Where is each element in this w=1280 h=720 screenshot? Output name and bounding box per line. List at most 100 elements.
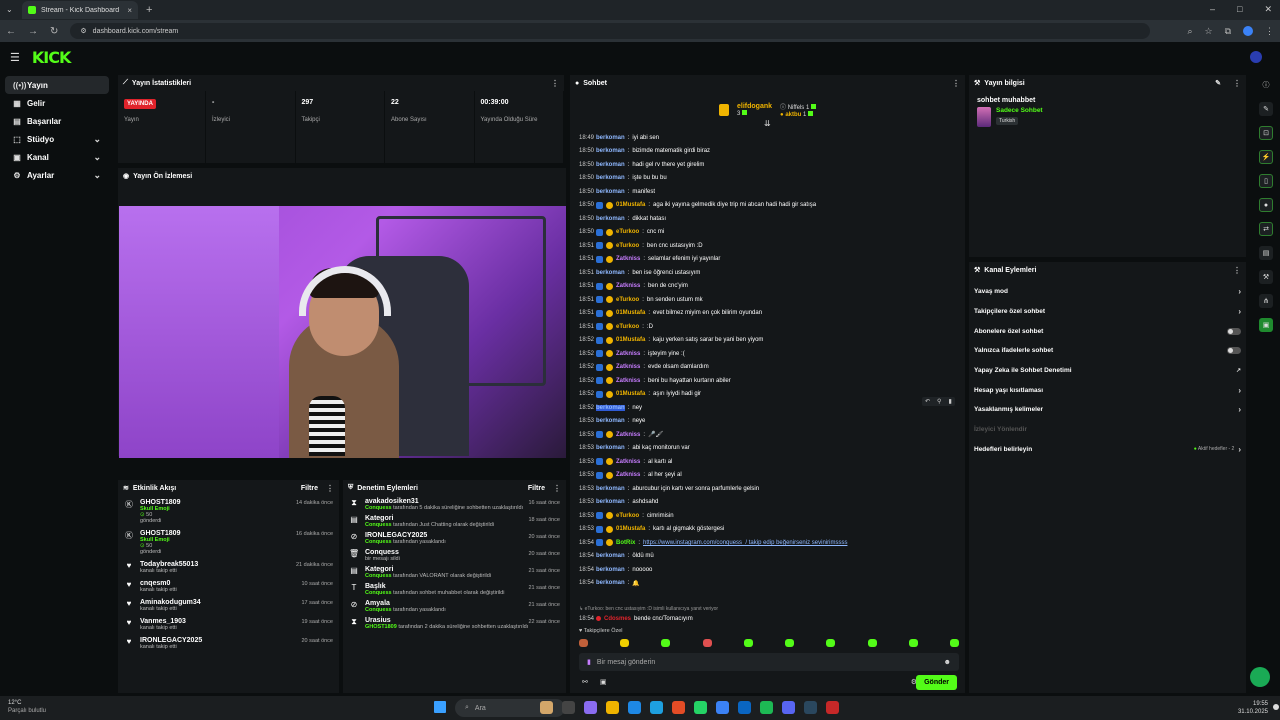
chat-message[interactable]: 18:53 berkoman: aburcubur için kartı ver s… — [570, 482, 965, 496]
toggle-switch[interactable] — [1227, 327, 1241, 335]
message-user[interactable]: BotRix — [616, 540, 635, 546]
rotate-icon[interactable]: ⇄ — [1259, 222, 1273, 236]
chat-message[interactable]: 18:52 Zatkniss: beni bu hayattan kurtarın … — [570, 374, 965, 388]
browser-tab[interactable]: Stream - Kick Dashboard × — [22, 1, 138, 19]
message-user[interactable]: berkoman — [596, 418, 625, 424]
gifter-1[interactable]: elifdogank 3 — [737, 103, 772, 117]
emote-icon[interactable] — [702, 639, 712, 647]
activity-item[interactable]: Ⓚ GHOST1809 Skull Emoji ⊙ 50 gönderdi 16 daki… — [118, 527, 339, 558]
taskbar-app-icon[interactable] — [716, 701, 729, 714]
maximize-icon[interactable]: □ — [1237, 4, 1242, 15]
taskbar-app-icon[interactable] — [672, 701, 685, 714]
video-icon[interactable]: ▣ — [1259, 318, 1273, 332]
tab-list-icon[interactable]: ⌄ — [6, 5, 13, 14]
chat-message[interactable]: 18:49 berkoman: iyi abi sen — [570, 131, 965, 145]
chat-message[interactable]: 18:50 berkoman: hadi gel rv there yet gire… — [570, 158, 965, 172]
back-icon[interactable]: ← — [6, 26, 16, 37]
server-icon[interactable]: ▤ — [1259, 246, 1273, 260]
more-options-icon[interactable]: ⋮ — [326, 484, 334, 493]
activity-item[interactable]: ♥ cnqesm0 kanalı takip etti 10 saat önce — [118, 577, 339, 596]
message-user[interactable]: berkoman — [596, 499, 625, 505]
message-user[interactable]: berkoman — [596, 580, 625, 586]
chat-message[interactable]: 18:50 01Mustafa: aga iki yayına gelmedik d… — [570, 199, 965, 213]
moderation-item[interactable]: ⧗ avakadosiken31 Conquess tarafından 5 dak… — [343, 496, 566, 513]
emote-icon[interactable] — [661, 639, 671, 647]
chat-message[interactable]: 18:51 Zatkniss: selamlar efenim iyi yayınl… — [570, 253, 965, 267]
moderation-item[interactable]: T Başlık Conquess tarafından sohbet muhabb… — [343, 581, 566, 598]
chat-message[interactable]: 18:54 berkoman: öldü mü — [570, 550, 965, 564]
channel-action-8[interactable]: Hedefleri belirleyin ● Aktif hedefler - 2… — [969, 440, 1246, 460]
message-user[interactable]: eTurkoo — [616, 229, 639, 235]
chat-message[interactable]: 18:50 eTurkoo: cnc mi — [570, 226, 965, 240]
taskbar-app-icon[interactable] — [540, 701, 553, 714]
taskbar-app-icon[interactable] — [562, 701, 575, 714]
sidebar-item-1[interactable]: ▦ Gelir — [5, 94, 109, 112]
chat-message[interactable]: 18:54 berkoman: 🔔 — [570, 577, 965, 591]
moderation-item[interactable]: ⊘ IRONLEGACY2025 Conquess tarafından yasak… — [343, 530, 566, 547]
moderator-name[interactable]: Conquess — [365, 505, 392, 511]
message-user[interactable]: berkoman — [596, 189, 625, 195]
emote-icon[interactable] — [908, 639, 918, 647]
toggle-switch[interactable] — [1227, 347, 1241, 355]
chat-message[interactable]: 18:54 BotRix: https://www.instagram.com/co… — [570, 536, 965, 550]
taskbar-app-icon[interactable] — [628, 701, 641, 714]
emote-icon[interactable] — [785, 639, 795, 647]
activity-item[interactable]: ♥ Todaybreak55013 kanalı takip etti 21 daki… — [118, 558, 339, 577]
message-user[interactable]: Zatkniss — [616, 378, 640, 384]
frame-icon[interactable]: ⊡ — [1259, 126, 1273, 140]
kick-logo[interactable]: KICK — [32, 48, 71, 67]
message-user[interactable]: berkoman — [596, 486, 625, 492]
more-options-icon[interactable]: ⋮ — [551, 79, 559, 88]
gifter-2[interactable]: ⓘ Niffels 1 ● aktbu 1 — [780, 102, 816, 118]
channel-action-4[interactable]: Yapay Zeka ile Sohbet Denetimi ↗ — [969, 361, 1246, 381]
chat-message[interactable]: 18:53 eTurkoo: cimrimisin — [570, 509, 965, 523]
info-icon[interactable]: ⓘ — [1259, 78, 1273, 92]
send-button[interactable]: Gönder — [916, 675, 957, 690]
taskbar-app-icon[interactable] — [760, 701, 773, 714]
pin-icon[interactable]: ⚲ — [937, 398, 941, 405]
chat-message[interactable]: 18:50 berkoman: işte bu bu bu — [570, 172, 965, 186]
lightning-icon[interactable]: ⚡ — [1259, 150, 1273, 164]
forward-icon[interactable]: → — [28, 26, 38, 37]
share-icon[interactable]: ⋔ — [1259, 294, 1273, 308]
chat-input[interactable]: ▮ Bir mesaj gönderin ☻ — [579, 653, 959, 671]
bookmark-star-icon[interactable]: ☆ — [1204, 26, 1212, 37]
chat-message[interactable]: 18:52 Zatkniss: işteyim yine :( — [570, 347, 965, 361]
chat-message[interactable]: 18:52 01Mustafa: kaju yerken satış sarar b… — [570, 334, 965, 348]
channel-action-3[interactable]: Yalnızca ifadelerle sohbet — [969, 341, 1246, 361]
chat-message[interactable]: 18:52 berkoman: ney — [570, 401, 965, 415]
notification-icon[interactable] — [1273, 704, 1279, 710]
hamburger-menu-icon[interactable]: ☰ — [10, 51, 20, 64]
moderation-item[interactable]: ▤ Kategori Conquess tarafından VALORANT ol… — [343, 564, 566, 581]
category-thumbnail[interactable] — [977, 107, 991, 127]
more-options-icon[interactable]: ⋮ — [553, 484, 561, 493]
minimize-icon[interactable]: – — [1210, 4, 1215, 15]
moderation-filter-button[interactable]: Filtre — [528, 485, 545, 492]
taskbar-app-icon[interactable] — [606, 701, 619, 714]
activity-item[interactable]: ♥ IRONLEGACY2025 kanalı takip etti 20 saat … — [118, 634, 339, 653]
activity-item[interactable]: ♥ Aminakodugum34 kanalı takip etti 17 saat … — [118, 596, 339, 615]
message-user[interactable]: Zatkniss — [616, 472, 640, 478]
message-user[interactable]: Zatkniss — [616, 256, 640, 262]
message-user[interactable]: Zatkniss — [616, 432, 640, 438]
url-bar[interactable]: ⚙ dashboard.kick.com/stream — [70, 23, 1151, 39]
channel-action-2[interactable]: Abonelere özel sohbet — [969, 321, 1246, 341]
emote-icon[interactable] — [579, 639, 588, 647]
moderator-name[interactable]: Conquess — [365, 607, 392, 613]
message-user[interactable]: Zatkniss — [616, 459, 640, 465]
message-user[interactable]: berkoman — [596, 567, 625, 573]
zoom-icon[interactable]: ⌕ — [1187, 26, 1192, 37]
taskbar-app-icon[interactable] — [738, 701, 751, 714]
emoji-icon[interactable]: ☻ — [944, 659, 951, 666]
channel-action-0[interactable]: Yavaş mod › — [969, 282, 1246, 302]
chat-message[interactable]: 18:53 berkoman: neye — [570, 415, 965, 429]
reply-icon[interactable]: ↶ — [925, 398, 930, 405]
emote-icon[interactable] — [826, 639, 836, 647]
sidebar-item-0[interactable]: ((•)) Yayın — [5, 76, 109, 94]
chat-message[interactable]: 18:50 berkoman: bizimde matematik girdi bi… — [570, 145, 965, 159]
message-user[interactable]: eTurkoo — [616, 513, 639, 519]
reply-message[interactable]: 18:54 Cdosmes bende cnc/Tornacıyım — [570, 612, 693, 626]
chat-message[interactable]: 18:52 Zatkniss: evde olsam damlardım — [570, 361, 965, 375]
link-icon[interactable]: ⚯ — [582, 678, 588, 686]
browser-menu-icon[interactable]: ⋮ — [1265, 26, 1274, 37]
